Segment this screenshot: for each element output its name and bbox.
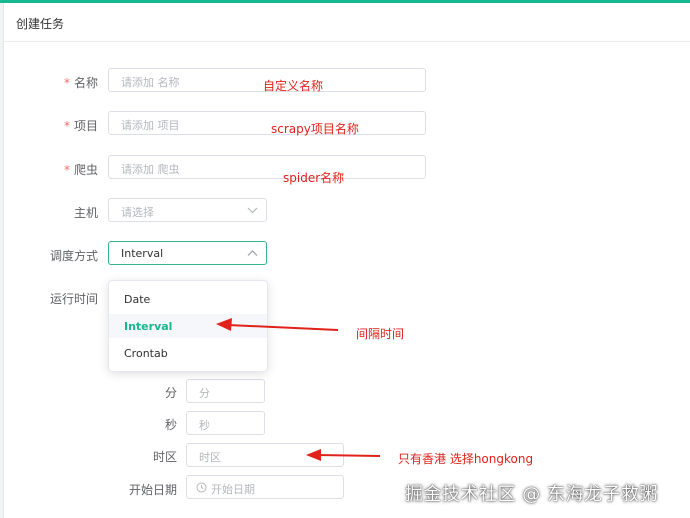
- second-input[interactable]: 秒: [186, 411, 265, 435]
- host-select[interactable]: 请选择: [108, 198, 267, 222]
- second-placeholder: 秒: [199, 419, 210, 432]
- schedule-dropdown: Date Interval Crontab: [108, 280, 268, 372]
- start-date-placeholder: 开始日期: [211, 483, 255, 496]
- card-header: 创建任务: [4, 3, 690, 42]
- annotation-name: 自定义名称: [263, 79, 324, 93]
- minute-input[interactable]: 分: [186, 379, 265, 403]
- host-label: 主机: [73, 206, 98, 220]
- page-title: 创建任务: [16, 17, 65, 31]
- name-label: * 名称: [63, 76, 98, 90]
- option-interval[interactable]: Interval: [109, 314, 267, 338]
- annotation-interval: 间隔时间: [356, 327, 405, 341]
- required-asterisk: *: [63, 76, 70, 90]
- project-input[interactable]: 请添加 项目: [108, 111, 426, 135]
- clock-icon: [196, 482, 207, 493]
- required-asterisk: *: [63, 163, 70, 177]
- schedule-select[interactable]: Interval: [108, 241, 267, 265]
- spider-label: * 爬虫: [63, 163, 98, 177]
- option-crontab[interactable]: Crontab: [109, 341, 267, 365]
- spider-placeholder: 请添加 爬虫: [121, 163, 180, 176]
- project-label: * 项目: [63, 119, 98, 133]
- annotation-spider: spider名称: [283, 171, 345, 185]
- start-date-label: 开始日期: [128, 483, 177, 497]
- timezone-label: 时区: [152, 450, 177, 464]
- option-date[interactable]: Date: [109, 287, 267, 311]
- name-placeholder: 请添加 名称: [121, 76, 180, 89]
- run-time-label: 运行时间: [49, 292, 98, 306]
- timezone-placeholder: 时区: [199, 451, 221, 464]
- annotation-project: scrapy项目名称: [271, 122, 359, 136]
- schedule-label: 调度方式: [49, 249, 98, 263]
- schedule-value: Interval: [121, 247, 164, 260]
- annotation-timezone: 只有香港 选择hongkong: [398, 452, 534, 466]
- project-placeholder: 请添加 项目: [121, 119, 180, 132]
- required-asterisk: *: [63, 119, 70, 133]
- spider-input[interactable]: 请添加 爬虫: [108, 155, 426, 179]
- minute-placeholder: 分: [199, 387, 210, 400]
- start-date-input[interactable]: 开始日期: [186, 475, 344, 499]
- host-placeholder: 请选择: [121, 206, 154, 219]
- minute-label: 分: [164, 386, 177, 400]
- watermark: 掘金技术社区 @ 东海龙子救粥: [405, 484, 658, 505]
- second-label: 秒: [164, 418, 177, 432]
- timezone-input[interactable]: 时区: [186, 443, 344, 467]
- chevron-down-icon: [247, 207, 258, 214]
- chevron-up-icon: [247, 250, 258, 256]
